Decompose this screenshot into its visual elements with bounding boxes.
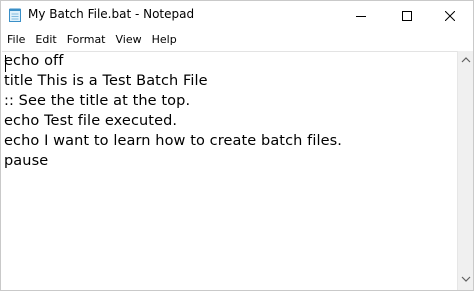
editor-line: pause bbox=[4, 153, 49, 169]
editor-line: :: See the title at the top. bbox=[4, 93, 191, 109]
maximize-button[interactable] bbox=[384, 1, 430, 30]
menu-view[interactable]: View bbox=[111, 30, 147, 50]
vertical-scrollbar[interactable] bbox=[457, 51, 473, 290]
text-editor[interactable]: echo off title This is a Test Batch File… bbox=[2, 51, 457, 290]
menu-bar: File Edit Format View Help bbox=[1, 30, 473, 50]
minimize-button[interactable] bbox=[338, 1, 384, 30]
title-bar[interactable]: My Batch File.bat - Notepad bbox=[1, 1, 473, 30]
notepad-window: My Batch File.bat - Notepad File Edit Fo… bbox=[0, 0, 474, 291]
scroll-down-arrow-icon[interactable] bbox=[461, 275, 471, 283]
menu-file[interactable]: File bbox=[1, 30, 30, 50]
close-icon bbox=[445, 10, 455, 21]
menu-format[interactable]: Format bbox=[62, 30, 111, 50]
minimize-icon bbox=[356, 15, 366, 17]
maximize-icon bbox=[402, 10, 412, 21]
editor-line: echo I want to learn how to create batch… bbox=[4, 133, 343, 149]
menu-edit[interactable]: Edit bbox=[30, 30, 61, 50]
editor-line: echo Test file executed. bbox=[4, 113, 178, 129]
scroll-up-arrow-icon[interactable] bbox=[461, 56, 471, 64]
notepad-icon bbox=[9, 8, 21, 22]
editor-line: title This is a Test Batch File bbox=[4, 73, 208, 89]
menu-help[interactable]: Help bbox=[147, 30, 182, 50]
editor-line: echo off bbox=[4, 53, 64, 69]
window-title: My Batch File.bat - Notepad bbox=[28, 7, 195, 21]
close-button[interactable] bbox=[427, 1, 473, 30]
